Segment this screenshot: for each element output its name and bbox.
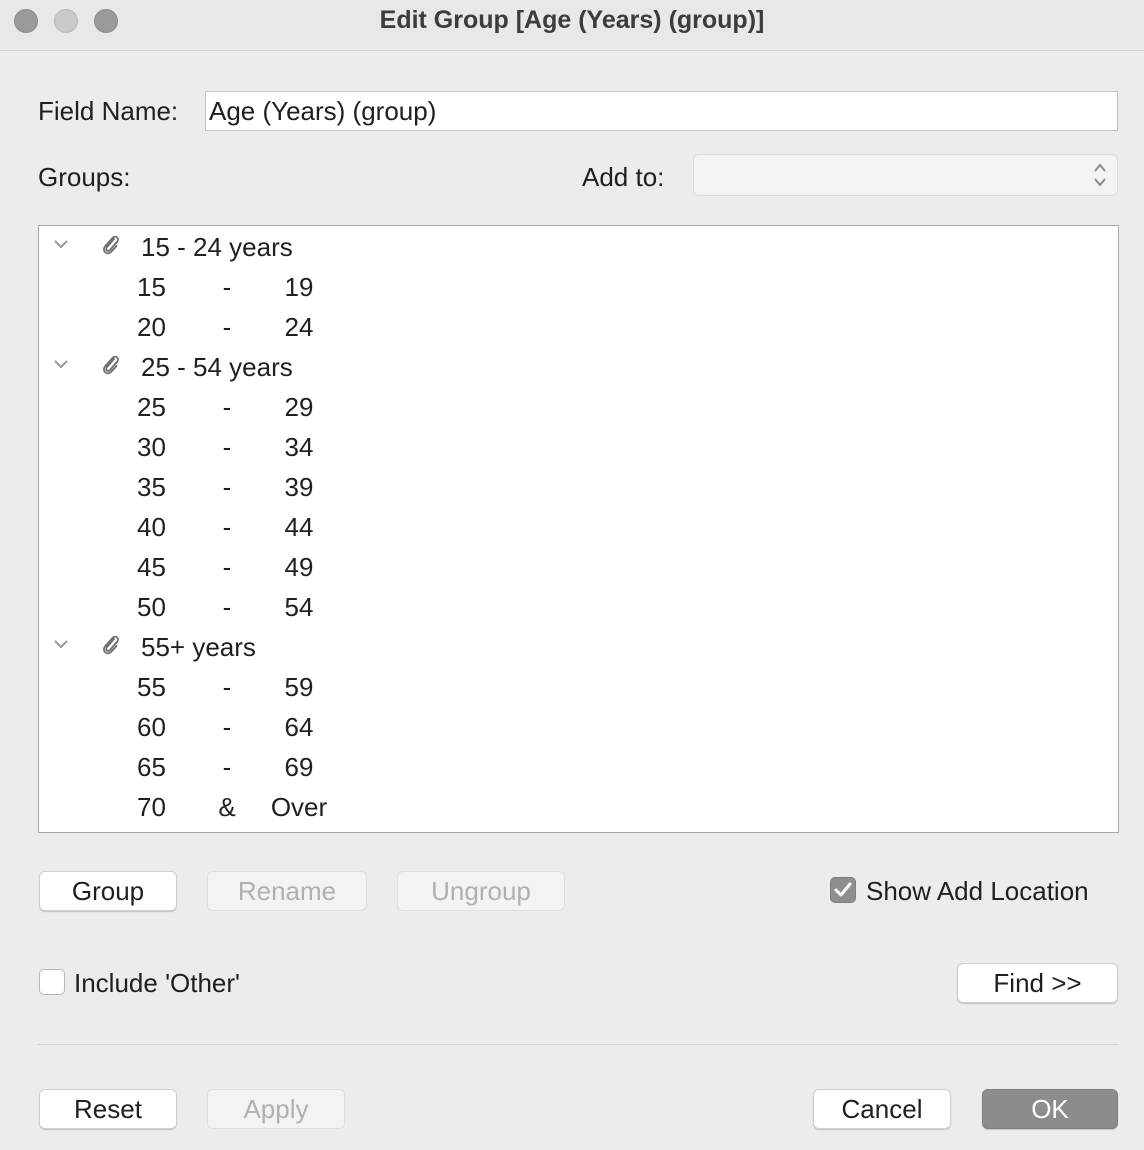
- ungroup-button[interactable]: Ungroup: [397, 871, 565, 911]
- member-row[interactable]: 50 - 54: [39, 587, 1118, 627]
- member-start: 15: [137, 272, 166, 302]
- member-end: 29: [284, 392, 314, 422]
- apply-button[interactable]: Apply: [207, 1089, 345, 1129]
- group-row[interactable]: 55+ years: [39, 627, 1118, 667]
- member-end: 34: [284, 432, 314, 462]
- member-end: 59: [284, 672, 314, 702]
- member-end: 49: [284, 552, 314, 582]
- member-separator: &: [218, 792, 236, 822]
- member-row[interactable]: 15 - 19: [39, 267, 1118, 307]
- member-separator: -: [222, 552, 232, 582]
- rename-button[interactable]: Rename: [207, 871, 367, 911]
- add-to-label: Add to:: [582, 162, 665, 192]
- divider: [38, 1044, 1119, 1045]
- member-end: 19: [284, 272, 314, 302]
- member-start: 60: [137, 712, 166, 742]
- ok-button[interactable]: OK: [982, 1089, 1118, 1129]
- member-start: 45: [137, 552, 166, 582]
- member-end: 24: [284, 312, 314, 342]
- member-separator: -: [222, 512, 232, 542]
- member-end: 64: [284, 712, 314, 742]
- show-add-location-checkbox[interactable]: [830, 877, 856, 903]
- groups-label: Groups:: [38, 162, 131, 192]
- member-end: 39: [284, 472, 314, 502]
- member-end: 44: [284, 512, 314, 542]
- member-start: 55: [137, 672, 166, 702]
- chevron-down-icon[interactable]: [51, 353, 71, 373]
- member-start: 65: [137, 752, 166, 782]
- show-add-location-label: Show Add Location: [866, 876, 1089, 906]
- add-to-select[interactable]: [693, 154, 1118, 196]
- member-start: 35: [137, 472, 166, 502]
- groups-tree[interactable]: 15 - 24 years 15-19 20-24 25 - 54 years 25-2…: [38, 225, 1119, 833]
- paperclip-icon: [103, 635, 119, 655]
- chevron-down-icon[interactable]: [51, 633, 71, 653]
- field-name-label: Field Name:: [38, 96, 179, 126]
- group-row[interactable]: 25 - 54 years: [39, 347, 1118, 387]
- group-label: 25 - 54 years: [141, 352, 293, 382]
- reset-button[interactable]: Reset: [39, 1089, 177, 1129]
- member-separator: -: [222, 432, 232, 462]
- checkmark-icon: [834, 882, 852, 897]
- member-separator: -: [222, 472, 232, 502]
- member-end: 69: [284, 752, 314, 782]
- find-button[interactable]: Find >>: [957, 963, 1118, 1003]
- include-other-label: Include 'Other': [74, 968, 241, 998]
- member-start: 40: [137, 512, 166, 542]
- member-separator: -: [222, 272, 232, 302]
- member-row[interactable]: 45 - 49: [39, 547, 1118, 587]
- edit-group-dialog: Edit Group [Age (Years) (group)] Field N…: [0, 0, 1144, 1150]
- include-other-checkbox[interactable]: [39, 969, 65, 995]
- member-separator: -: [222, 592, 232, 622]
- group-label: 55+ years: [141, 632, 256, 662]
- member-row[interactable]: 40 - 44: [39, 507, 1118, 547]
- member-start: 30: [137, 432, 166, 462]
- member-end: 54: [284, 592, 314, 622]
- chevron-down-icon[interactable]: [51, 233, 71, 253]
- up-down-arrows-icon: [1093, 161, 1107, 191]
- title-bar: Edit Group [Age (Years) (group)]: [0, 0, 1144, 51]
- group-label: 15 - 24 years: [141, 232, 293, 262]
- member-row[interactable]: 65 - 69: [39, 747, 1118, 787]
- window-title: Edit Group [Age (Years) (group)]: [379, 6, 765, 34]
- member-row[interactable]: 35 - 39: [39, 467, 1118, 507]
- member-separator: -: [222, 712, 232, 742]
- member-row[interactable]: 20 - 24: [39, 307, 1118, 347]
- member-separator: -: [222, 752, 232, 782]
- paperclip-icon: [103, 355, 119, 375]
- member-start: 20: [137, 312, 166, 342]
- member-separator: -: [222, 312, 232, 342]
- member-row[interactable]: 30 - 34: [39, 427, 1118, 467]
- member-separator: -: [222, 672, 232, 702]
- paperclip-icon: [103, 235, 119, 255]
- member-end: Over: [270, 792, 328, 822]
- member-row[interactable]: 25 - 29: [39, 387, 1118, 427]
- group-button[interactable]: Group: [39, 871, 177, 911]
- member-start: 50: [137, 592, 166, 622]
- member-separator: -: [222, 392, 232, 422]
- member-start: 25: [137, 392, 166, 422]
- member-start: 70: [137, 792, 166, 822]
- field-name-input[interactable]: [205, 91, 1118, 131]
- cancel-button[interactable]: Cancel: [813, 1089, 951, 1129]
- member-row[interactable]: 55 - 59: [39, 667, 1118, 707]
- member-row[interactable]: 60 - 64: [39, 707, 1118, 747]
- member-row[interactable]: 70 & Over: [39, 787, 1118, 827]
- group-row[interactable]: 15 - 24 years: [39, 227, 1118, 267]
